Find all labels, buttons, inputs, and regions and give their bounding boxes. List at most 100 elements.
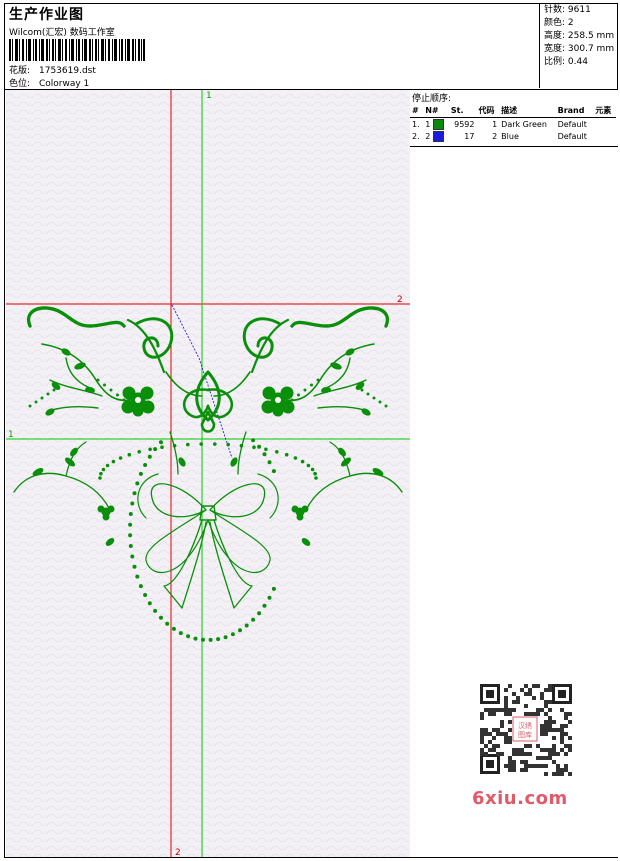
width-row: 宽度: 300.7 mm [544,43,619,56]
bead-dot [138,471,143,476]
barcode [9,39,145,61]
bead-dot [314,476,318,480]
bead-dot [40,396,44,400]
page-title: 生产作业图 [9,7,84,23]
bead-dot [96,378,100,382]
row-needle-cell: 1 [423,118,449,131]
col-needle: N# [423,104,449,118]
red-horizontal-guide-label: 2 [397,295,403,305]
height-row: 高度: 258.5 mm [544,30,619,43]
design-stats: 针数: 9611 颜色: 2 高度: 258.5 mm 宽度: 300.7 mm… [539,4,619,88]
table-row[interactable]: 1. 1 9592 1 Dark Green Default [410,118,616,131]
bead-dot [153,608,158,613]
bead-dot [216,637,221,642]
bead-dot [109,388,113,392]
bead-dot [128,533,133,538]
row-code: 1 [492,119,498,129]
stitch-count-row: 针数: 9611 [544,4,619,17]
stitch-count-label: 针数: [544,5,566,15]
color-swatch [432,118,444,130]
color-count-value: 2 [567,18,574,28]
bead-dot [186,442,190,447]
row-index: 1. [412,119,420,129]
bead-dot [135,574,140,579]
green-vertical-guide-label: 1 [206,91,212,101]
bead-dot [262,603,267,608]
bead-dot [128,522,133,527]
bead-dot [132,564,137,569]
bead-dot [128,544,133,548]
bead-dot [244,623,249,628]
col-index: # [410,104,424,118]
row-description: Blue [501,131,519,141]
stop-table-header: # N# St. 代码 描述 Brand 元素 [410,104,616,118]
row-brand: Default [557,131,587,141]
bead-dot [105,463,110,468]
bead-dot [262,452,267,457]
scale-label: 比例: [544,57,566,67]
stitch-count-value: 9611 [567,5,591,15]
bead-dot [118,456,123,460]
bead-dot [310,467,315,472]
bead-dot [138,584,143,589]
bead-dot [264,447,268,452]
bead-dot [271,586,276,591]
color-count-label: 颜色: [544,18,566,28]
red-vertical-guide-label: 2 [175,848,181,857]
bead-dot [111,459,116,464]
bead-dot [366,392,370,396]
bead-dot [137,450,141,454]
stamp-text: 汉绣 [518,721,532,730]
bead-dot [148,447,152,452]
bead-dot [178,631,183,636]
bead-dot [313,471,317,476]
bead-dot [284,452,289,457]
bead-dot [303,388,307,392]
embroidery-design: 1 1 2 2 [6,90,410,857]
bead-dot [34,400,38,404]
row-element [593,130,616,142]
stop-sequence-heading: 停止顺序: [412,94,452,104]
bead-dot [316,378,320,382]
row-needle: 2 [425,131,431,141]
watermark-site: 6xiu.com [472,788,568,809]
scale-row: 比例: 0.44 [544,56,619,69]
bead-dot [160,445,164,450]
design-file-label: 花版: [9,66,31,76]
green-horizontal-guide-label: 1 [8,430,14,440]
bead-dot [159,615,163,620]
bead-dot [186,634,191,639]
bead-dot [238,628,242,633]
width-label: 宽度: [544,44,566,54]
table-row[interactable]: 2. 2 17 2 Blue Default [410,130,616,142]
bead-dot [28,404,32,408]
bead-dot [147,601,152,606]
row-needle-cell: 2 [423,130,449,142]
bead-dot [257,611,262,616]
colorway-label: 色位: [9,79,31,89]
qr-code-icon: 汉绣 图库 [466,680,584,780]
bead-dot [252,445,256,450]
design-file-row: 花版: 1753619.dst [9,63,96,76]
col-description: 描述 [499,104,556,118]
height-label: 高度: [544,31,566,41]
colorway-row: 色位: Colorway 1 [9,76,89,89]
bead-dot [153,447,158,452]
colorway-value: Colorway 1 [39,79,90,89]
col-stitches: St. [448,104,477,118]
bead-dot [267,460,272,465]
embroidery-canvas[interactable]: 1 1 2 2 [6,90,411,857]
bead-dot [122,398,126,402]
bead-dot [208,637,213,642]
bead-dot [378,400,382,404]
bead-dot [103,383,106,387]
bead-dot [101,467,106,472]
bead-dot [143,593,148,597]
row-element [593,118,616,131]
bead-dot [147,454,152,459]
bead-dot [127,452,132,457]
panel-divider [410,146,618,147]
bead-dot [293,456,298,460]
bead-dot [310,383,313,387]
col-code: 代码 [476,104,500,118]
